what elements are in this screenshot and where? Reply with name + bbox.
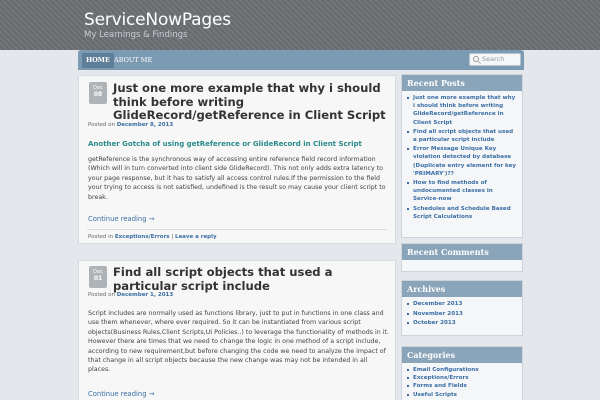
post-meta: Posted on December 8, 2013 (88, 122, 173, 128)
post-title[interactable]: Find all script objects that used a part… (113, 265, 387, 293)
date-month: Dec (93, 85, 103, 91)
post-article: Dec 08 Just one more example that why i … (78, 75, 396, 244)
site-header: ServiceNowPages My Learnings & Findings (0, 0, 600, 50)
date-day: 01 (93, 275, 103, 282)
post-footer: Posted in Exceptions/Errors | Leave a re… (88, 234, 217, 240)
archive-link[interactable]: November 2013 (407, 310, 517, 318)
category-link[interactable]: Exceptions/Errors (407, 374, 517, 382)
post-body: Script includes are normally used as fun… (88, 310, 390, 374)
date-day: 08 (93, 91, 103, 98)
archive-link[interactable]: October 2013 (407, 319, 517, 327)
search-input[interactable]: Search (469, 53, 521, 66)
recent-post-link[interactable]: How to find methods of undocumented clas… (407, 179, 517, 204)
date-badge: Dec 08 (89, 82, 107, 104)
divider (87, 229, 387, 230)
category-link[interactable]: Useful Scripts (407, 391, 517, 399)
category-link[interactable]: Email Configurations (407, 366, 517, 374)
continue-reading-link[interactable]: Continue reading → (88, 390, 154, 398)
post-subheading: Another Gotcha of using getReference or … (88, 140, 362, 148)
categories-widget: Categories Email Configurations Exceptio… (401, 346, 523, 400)
search-placeholder: Search (482, 55, 505, 63)
site-description: My Learnings & Findings (84, 30, 188, 40)
post-body: getReference is the synchronous way of a… (88, 156, 386, 201)
date-month: Dec (93, 269, 103, 275)
site-title[interactable]: ServiceNowPages (84, 10, 231, 30)
recent-post-link[interactable]: Find all script objects that used a part… (407, 128, 517, 144)
widget-title: Recent Comments (402, 244, 522, 260)
search-icon (473, 56, 479, 62)
archives-widget: Archives December 2013 November 2013 Oct… (401, 280, 523, 336)
widget-title: Archives (402, 281, 522, 297)
recent-post-link[interactable]: Just one more example that why i should … (407, 94, 517, 127)
recent-comments-widget: Recent Comments (401, 243, 523, 272)
category-link[interactable]: Exceptions/Errors (115, 234, 170, 240)
date-badge: Dec 01 (89, 266, 107, 288)
posted-on-label: Posted on (88, 292, 115, 298)
post-date-link[interactable]: December 1, 2013 (117, 292, 173, 298)
post-date-link[interactable]: December 8, 2013 (117, 122, 173, 128)
separator: | (171, 234, 174, 240)
archive-link[interactable]: December 2013 (407, 300, 517, 308)
recent-post-link[interactable]: Error Message Unique Key violation detec… (407, 145, 517, 178)
post-article: Dec 01 Find all script objects that used… (78, 260, 396, 400)
post-title[interactable]: Just one more example that why i should … (113, 81, 387, 123)
leave-reply-link[interactable]: Leave a reply (175, 234, 217, 240)
post-meta: Posted on December 1, 2013 (88, 292, 173, 298)
main-navigation: HOME ABOUT ME Search (78, 50, 524, 70)
nav-about-me[interactable]: ABOUT ME (110, 53, 156, 68)
category-link[interactable]: Forms and Fields (407, 382, 517, 390)
posted-in-label: Posted in (88, 234, 114, 240)
posted-on-label: Posted on (88, 122, 115, 128)
recent-post-link[interactable]: Schedules and Schedule Based Script Calc… (407, 205, 517, 221)
recent-posts-widget: Recent Posts Just one more example that … (401, 74, 523, 238)
widget-title: Categories (402, 347, 522, 363)
continue-reading-link[interactable]: Continue reading → (88, 215, 154, 223)
widget-title: Recent Posts (402, 75, 522, 91)
